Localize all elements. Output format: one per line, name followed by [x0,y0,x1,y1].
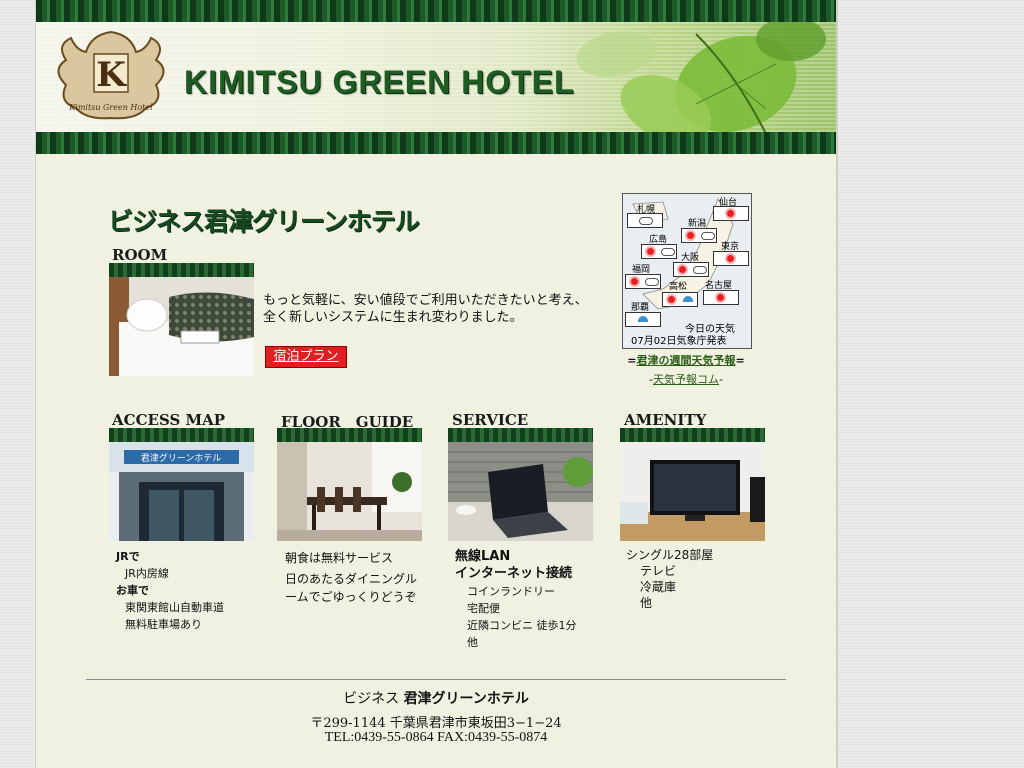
amenity-photo-header [620,428,765,442]
sun-icon [647,248,654,255]
access-sign-text: 君津グリーンホテル [141,452,222,464]
weather-box [713,206,749,221]
access-line: 無料駐車場あり [125,618,202,631]
room-description-line: 全く新しいシステムに生まれ変わりました。 [263,310,523,325]
weather-box [625,274,661,289]
weather-box [673,262,709,277]
room-title: ROOM [112,246,168,264]
amenity-line: シングル28部屋 [626,548,714,562]
service-list: コインランドリー 宅配便 近隣コンビニ 徒歩1分 他 [467,583,577,651]
service-headline-line: インターネット接続 [455,566,573,581]
sun-icon [631,278,638,285]
umbrella-icon [683,296,693,302]
access-line: JRで [116,550,140,563]
top-band [36,0,836,22]
link-suffix: - [719,373,723,386]
floor-info: 朝食は無料サービス 日のあたるダイニングル ームでごゆっくりどうぞ [285,549,417,606]
room-description: もっと気軽に、安い値段でご利用いただきたいと考え、 全く新しいシステムに生まれ変… [263,292,588,326]
access-photo[interactable]: 君津グリーンホテル [109,442,254,541]
access-map-title[interactable]: ACCESS MAP [112,411,225,429]
amenity-info: シングル28部屋 テレビ 冷蔵庫 他 [626,547,713,611]
sun-icon [727,210,734,217]
link-suffix: = [735,354,745,367]
floor-line: 日のあたるダイニングル [285,572,418,586]
footer-name-prefix: ビジネス [343,691,400,707]
floor-line: ームでごゆっくりどうぞ [285,590,417,604]
footer-contact: TEL:0439-55-0864 FAX:0439-55-0874 [324,730,548,745]
cloud-icon [661,248,675,256]
cloud-icon [639,217,653,225]
sun-icon [727,255,734,262]
weather-city: 高松 [669,282,688,292]
hotel-name-heading: KIMITSU GREEN HOTEL [184,64,575,100]
amenity-title[interactable]: AMENITY [624,411,706,429]
sun-icon [679,266,686,273]
sun-icon [668,296,675,303]
weather-box [703,290,739,305]
logo-letter: K [96,55,127,95]
footer-divider [86,679,786,680]
header-bottom-band [36,132,836,154]
sun-icon [687,232,694,239]
amenity-item: 他 [640,596,653,610]
hotel-logo: K Kimitsu Green Hotel [57,30,165,120]
weather-map[interactable]: 札幌 仙台 新潟 広島 東京 大阪 福岡 名古屋 高松 那覇 今日の天気 07月… [622,193,752,349]
service-headline: 無線LAN インターネット接続 [455,548,572,582]
service-photo[interactable] [448,442,593,541]
service-item: 近隣コンビニ 徒歩1分 [467,619,577,632]
service-item: コインランドリー [467,585,555,598]
footer-name-bold: 君津グリーンホテル [403,691,529,707]
service-headline-line: 無線LAN [455,549,511,564]
footer-hotel-name: ビジネス 君津グリーンホテル [36,688,836,708]
amenity-item: 冷蔵庫 [640,580,677,594]
floor-photo-header [277,428,422,442]
weekly-weather-link-row: =君津の週間天気予報= [622,352,750,368]
weekly-weather-link[interactable]: 君津の週間天気予報 [637,354,736,367]
room-photo [109,277,254,376]
access-info: JRで JR内房線 お車で 東関東館山自動車道 無料駐車場あり [116,548,224,633]
service-item: 宅配便 [467,602,500,615]
japanese-hotel-title: ビジネス君津グリーンホテル [108,207,420,236]
floor-line: 朝食は無料サービス [285,551,394,565]
weather-box [627,213,663,228]
amenity-photo[interactable] [620,442,765,541]
room-description-line: もっと気軽に、安い値段でご利用いただきたいと考え、 [263,293,588,308]
weather-box [641,244,677,259]
logo-text: Kimitsu Green Hotel [68,103,153,112]
weather-box [713,251,749,266]
service-title[interactable]: SERVICE [452,411,528,429]
weather-box [681,228,717,243]
tenki-yohou-link[interactable]: 天気予報コム [653,373,719,386]
weather-box [662,292,698,307]
floor-photo[interactable] [277,442,422,541]
page-container: K Kimitsu Green Hotel KIMITSU GREEN HOTE… [36,0,836,768]
service-item: 他 [467,636,478,649]
weather-box [625,312,661,327]
access-photo-header [109,428,254,442]
stay-plan-button[interactable]: 宿泊プラン [265,346,347,368]
room-photo-header [109,263,254,277]
access-line: 東関東館山自動車道 [125,601,224,614]
site-header: K Kimitsu Green Hotel KIMITSU GREEN HOTE… [36,22,836,132]
tenki-link-row: -天気予報コム- [622,371,750,387]
umbrella-icon [638,316,648,322]
footer-address: 〒299-1144 千葉県君津市東坂田3−1−24 [310,716,562,731]
link-prefix: = [627,354,637,367]
cloud-icon [693,266,707,274]
amenity-item: テレビ [640,564,677,578]
access-line: JR内房線 [125,567,169,580]
cloud-icon [701,232,715,240]
access-line: お車で [116,584,149,597]
sun-icon [717,294,724,301]
service-photo-header [448,428,593,442]
cloud-icon [645,278,659,286]
weather-date: 07月02日気象庁発表 [631,336,727,347]
